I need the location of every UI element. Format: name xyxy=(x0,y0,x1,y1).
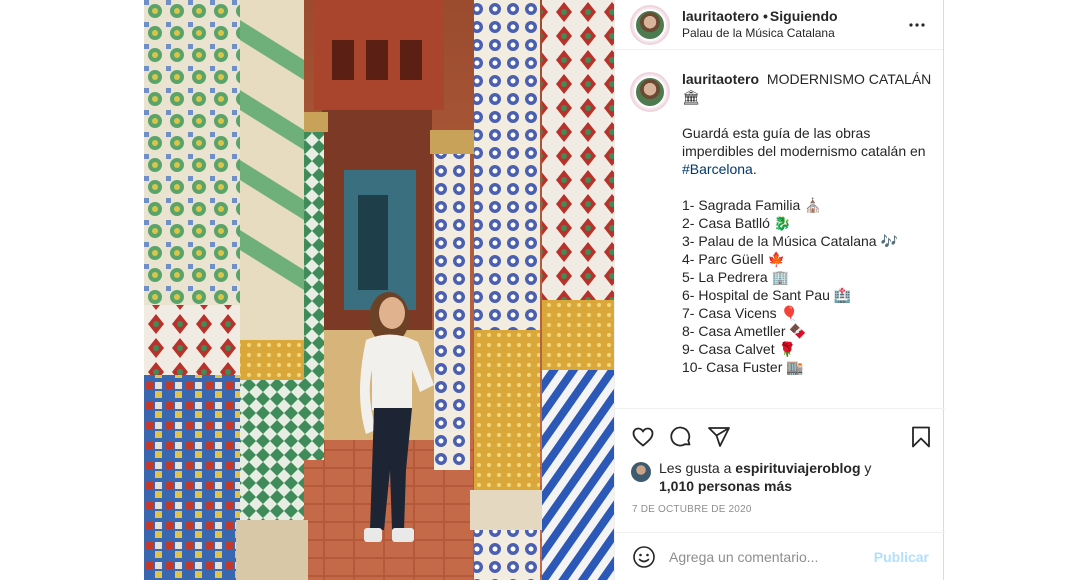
author-avatar[interactable] xyxy=(630,4,670,45)
list-item: 1- Sagrada Familia ⛪ xyxy=(682,197,822,213)
heart-icon[interactable] xyxy=(631,425,655,449)
more-options-icon[interactable] xyxy=(905,13,929,37)
liker-username-link[interactable]: espirituviajeroblog xyxy=(735,460,860,476)
avatar-image xyxy=(634,8,666,41)
smiley-icon[interactable] xyxy=(631,544,657,570)
paper-plane-icon[interactable] xyxy=(707,425,731,449)
list-item: 9- Casa Calvet 🌹 xyxy=(682,341,796,357)
avatar-image xyxy=(634,76,666,108)
caption-row: lauritaotero MODERNISMO CATALÁN 🏛 Guardá… xyxy=(630,70,931,376)
list-item: 2- Casa Batlló 🐉 xyxy=(682,215,792,231)
palau-mosaic-columns-image xyxy=(144,0,614,580)
likes-text: Les gusta a espirituviajeroblog y 1,010 … xyxy=(659,459,871,495)
list-item: 6- Hospital de Sant Pau 🏥 xyxy=(682,287,852,303)
list-item: 5- La Pedrera 🏢 xyxy=(682,269,789,285)
list-item: 10- Casa Fuster 🏬 xyxy=(682,359,804,375)
post-photo[interactable] xyxy=(144,0,614,580)
hashtag-suffix: . xyxy=(752,161,757,177)
header-top-line: lauritaotero • Siguiendo xyxy=(682,8,905,25)
likes-summary: Les gusta a espirituviajeroblog y 1,010 … xyxy=(615,459,945,495)
list-item: 7- Casa Vicens 🎈 xyxy=(682,305,798,321)
actions-block: Les gusta a espirituviajeroblog y 1,010 … xyxy=(615,408,945,515)
list-item: 4- Parc Güell 🍁 xyxy=(682,251,786,267)
caption-title-emoji: 🏛 xyxy=(682,89,700,105)
list-item: 3- Palau de la Música Catalana 🎶 xyxy=(682,233,898,249)
bookmark-icon[interactable] xyxy=(909,425,933,449)
author-username-link[interactable]: lauritaotero xyxy=(682,8,759,24)
publish-button[interactable]: Publicar xyxy=(874,549,929,565)
post-sidebar: lauritaotero • Siguiendo Palau de la Músic… xyxy=(614,0,945,580)
caption-title-line: lauritaotero MODERNISMO CATALÁN xyxy=(682,70,931,88)
header-separator: • xyxy=(763,7,768,24)
post-header: lauritaotero • Siguiendo Palau de la Músic… xyxy=(615,0,943,50)
list-item: 8- Casa Ametller 🍫 xyxy=(682,323,807,339)
instagram-post: lauritaotero • Siguiendo Palau de la Músic… xyxy=(144,0,945,580)
caption-username-link[interactable]: lauritaotero xyxy=(682,71,759,87)
likes-prefix: Les gusta a xyxy=(659,460,736,476)
comment-input[interactable] xyxy=(669,548,874,565)
comment-icon[interactable] xyxy=(669,425,693,449)
caption-text: lauritaotero MODERNISMO CATALÁN 🏛 Guardá… xyxy=(682,70,931,376)
likes-connector: y xyxy=(860,460,872,476)
hashtag-link[interactable]: #Barcelona xyxy=(682,161,753,177)
following-button[interactable]: Siguiendo xyxy=(770,8,838,24)
caption-author-avatar[interactable] xyxy=(630,72,670,112)
caption-hashtag-line: #Barcelona. xyxy=(682,160,931,178)
liker-avatar[interactable] xyxy=(631,462,651,482)
post-date[interactable]: 7 DE OCTUBRE DE 2020 xyxy=(632,504,752,515)
location-link[interactable]: Palau de la Música Catalana xyxy=(682,25,905,42)
comment-bar: Publicar xyxy=(615,532,945,580)
header-text: lauritaotero • Siguiendo Palau de la Músic… xyxy=(682,8,905,42)
caption-intro-line-2: imperdibles del modernismo catalán en xyxy=(682,143,926,159)
caption-intro-line-1: Guardá esta guía de las obras xyxy=(682,125,871,141)
action-bar xyxy=(615,409,945,465)
caption-title: MODERNISMO CATALÁN xyxy=(766,71,932,87)
caption-area: lauritaotero MODERNISMO CATALÁN 🏛 Guardá… xyxy=(615,60,945,410)
likes-count-link[interactable]: 1,010 personas más xyxy=(659,478,792,494)
